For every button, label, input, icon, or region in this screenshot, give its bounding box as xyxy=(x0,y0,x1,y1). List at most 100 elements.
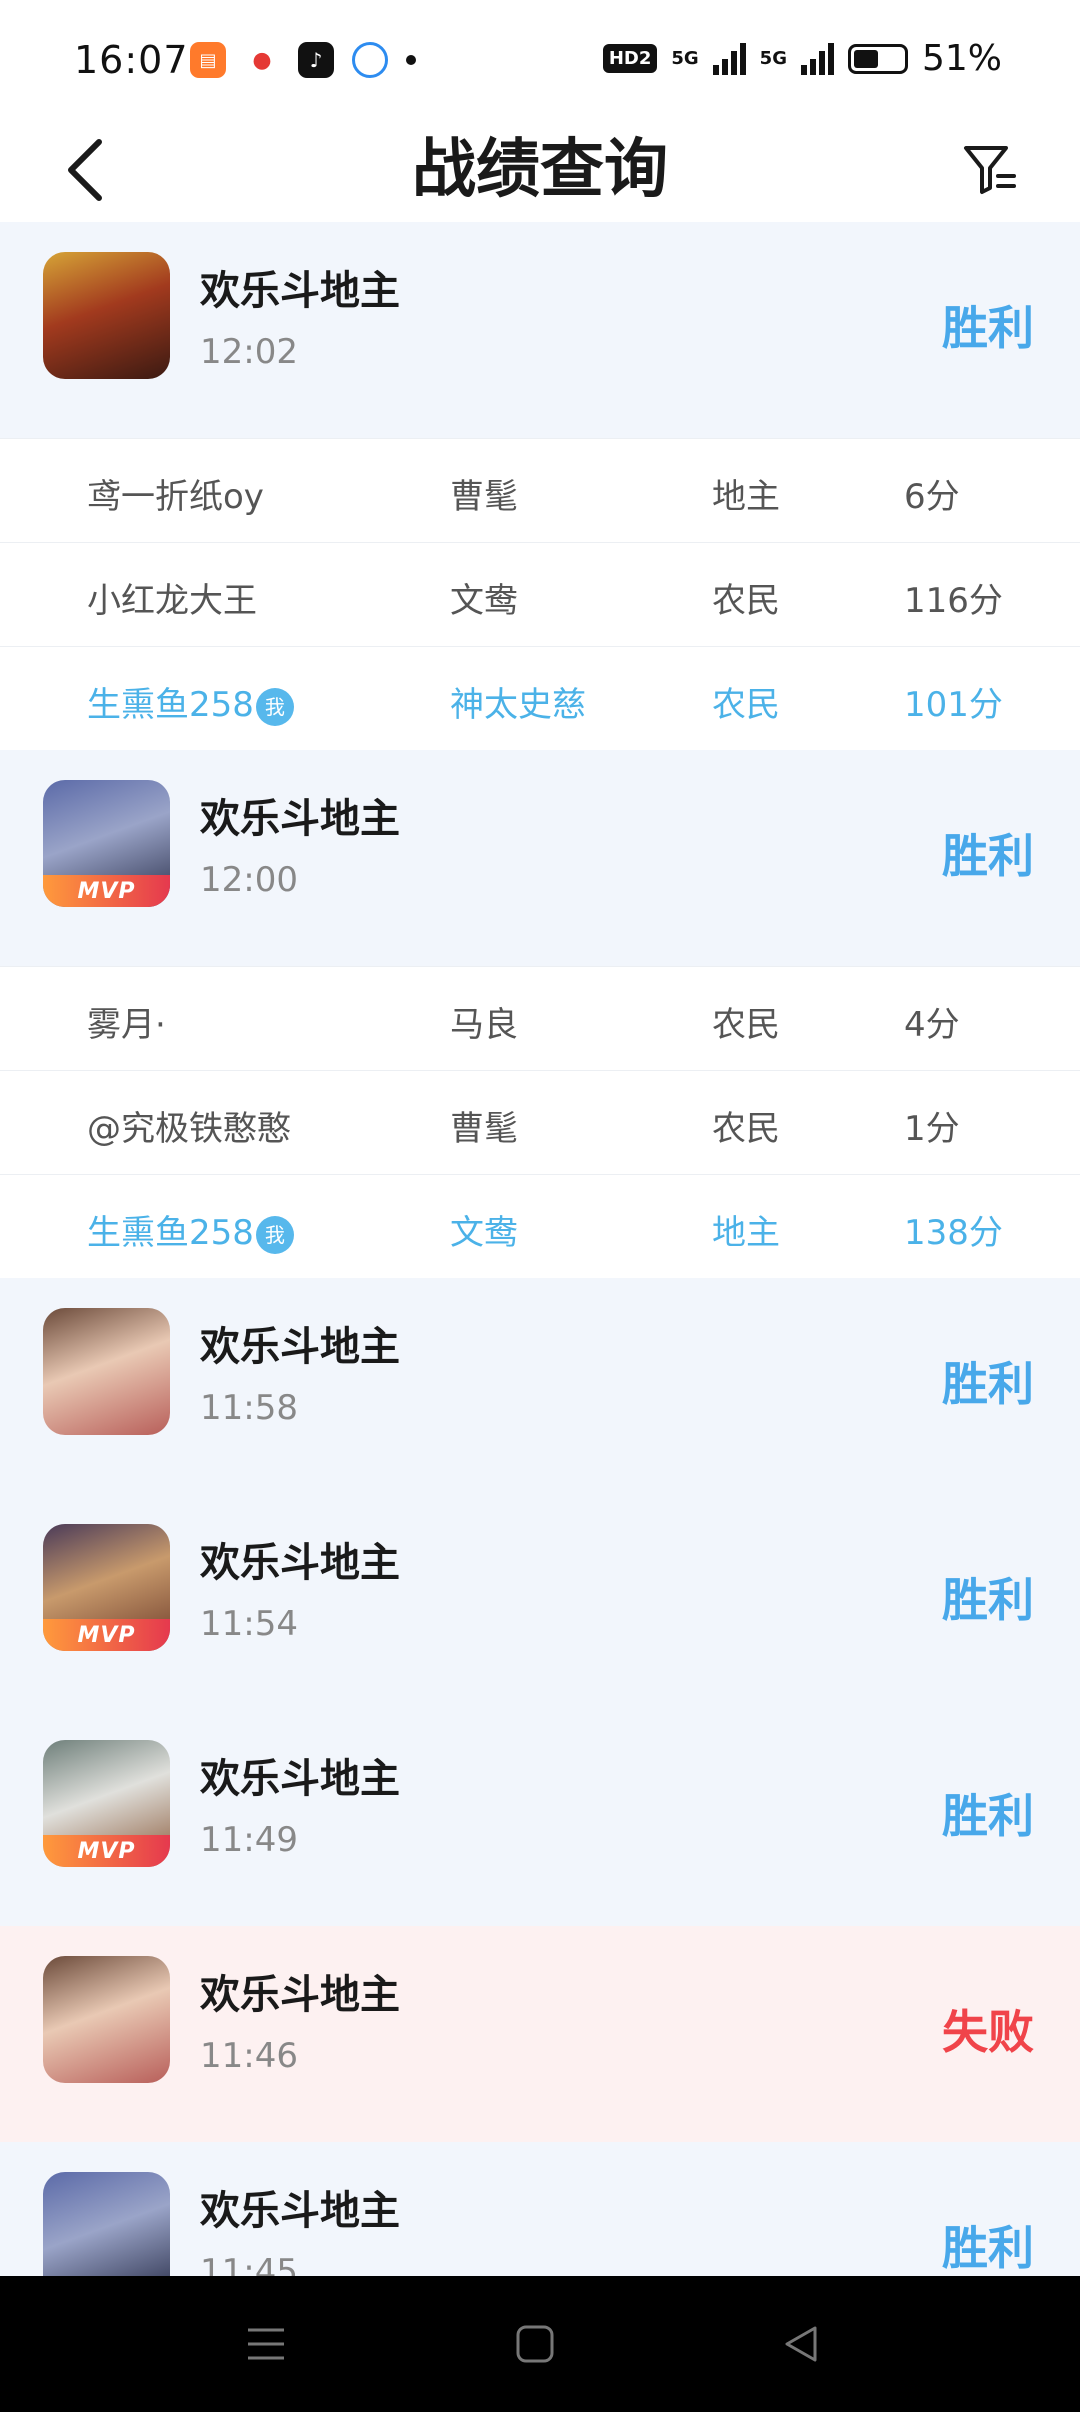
match-time: 11:54 xyxy=(200,1604,298,1644)
player-score: 101分 xyxy=(904,685,1003,725)
player-role: 地主 xyxy=(712,477,780,517)
player-name-text: @究极铁憨憨 xyxy=(87,1109,291,1149)
player-row[interactable]: @究极铁憨憨 曹髦 农民 1分 xyxy=(0,1070,1080,1174)
match-time: 11:46 xyxy=(200,2036,298,2076)
filter-button[interactable] xyxy=(950,130,1030,210)
player-role: 地主 xyxy=(712,1213,780,1253)
more-notifications-dot xyxy=(406,55,416,65)
hero-avatar xyxy=(43,1308,170,1435)
hero-name: 曹髦 xyxy=(450,1109,518,1149)
match-card[interactable]: MVP 欢乐斗地主 11:49 胜利 xyxy=(0,1710,1080,1926)
me-badge: 我 xyxy=(255,1215,294,1254)
match-result: 胜利 xyxy=(942,1357,1034,1411)
battery-percent: 51% xyxy=(921,38,1002,79)
player-name-text: 生熏鱼258 xyxy=(87,1213,254,1253)
me-badge: 我 xyxy=(255,687,294,726)
player-name-text: 鸢一折纸oy xyxy=(87,477,264,517)
match-result: 胜利 xyxy=(942,2221,1034,2275)
mvp-badge: MVP xyxy=(43,875,170,907)
player-role: 农民 xyxy=(712,1005,780,1045)
hero-name: 神太史慈 xyxy=(450,685,586,725)
hd-voice-icon: HD2 xyxy=(602,44,658,73)
filter-icon xyxy=(964,146,1016,194)
battery-icon xyxy=(847,43,908,74)
match-card[interactable]: 欢乐斗地主 11:58 胜利 xyxy=(0,1278,1080,1494)
game-mode-name: 欢乐斗地主 xyxy=(200,268,400,314)
match-card[interactable]: MVP 欢乐斗地主 12:00 胜利 xyxy=(0,750,1080,966)
page-header: 战绩查询 xyxy=(0,120,1080,222)
player-name: 雾月· xyxy=(87,997,166,1046)
player-row[interactable]: 小红龙大王 文鸯 农民 116分 xyxy=(0,542,1080,646)
hero-name: 马良 xyxy=(450,1005,518,1045)
match-result: 失败 xyxy=(942,2005,1034,2059)
system-nav-bar xyxy=(0,2276,1080,2412)
signal-icon-2 xyxy=(800,42,834,75)
player-name: @究极铁憨憨 xyxy=(87,1101,291,1150)
book-app-icon: ▤ xyxy=(190,42,226,78)
match-time: 11:49 xyxy=(200,1820,298,1860)
game-mode-name: 欢乐斗地主 xyxy=(200,2188,400,2234)
game-mode-name: 欢乐斗地主 xyxy=(200,796,400,842)
network-type-b: 5G xyxy=(759,48,787,69)
network-type-a: 5G xyxy=(671,48,699,69)
player-row[interactable]: 鸢一折纸oy 曹髦 地主 6分 xyxy=(0,438,1080,542)
hero-avatar xyxy=(43,252,170,379)
game-mode-name: 欢乐斗地主 xyxy=(200,1756,400,1802)
match-time: 12:02 xyxy=(200,332,298,372)
player-row[interactable]: 生熏鱼258 我 文鸯 地主 138分 xyxy=(0,1174,1080,1278)
player-name: 小红龙大王 xyxy=(87,573,257,622)
player-row[interactable]: 雾月· 马良 农民 4分 xyxy=(0,966,1080,1070)
player-role: 农民 xyxy=(712,1109,780,1149)
hero-name: 曹髦 xyxy=(450,477,518,517)
player-name: 鸢一折纸oy xyxy=(87,469,264,518)
game-mode-name: 欢乐斗地主 xyxy=(200,1972,400,2018)
match-time: 12:00 xyxy=(200,860,298,900)
player-role: 农民 xyxy=(712,685,780,725)
player-score: 1分 xyxy=(904,1109,960,1149)
match-result: 胜利 xyxy=(942,301,1034,355)
player-name: 生熏鱼258 我 xyxy=(87,677,294,726)
home-square-icon xyxy=(516,2325,554,2363)
mvp-badge: MVP xyxy=(43,1835,170,1867)
home-button[interactable] xyxy=(500,2314,570,2374)
hero-avatar: MVP xyxy=(43,1524,170,1651)
page-title: 战绩查询 xyxy=(412,133,668,207)
map-pin-app-icon: ● xyxy=(244,42,280,78)
hero-avatar: MVP xyxy=(43,780,170,907)
match-time: 11:58 xyxy=(200,1388,298,1428)
tiktok-app-icon: ♪ xyxy=(298,42,334,78)
match-result: 胜利 xyxy=(942,829,1034,883)
game-mode-name: 欢乐斗地主 xyxy=(200,1324,400,1370)
browser-app-icon xyxy=(352,42,388,78)
notification-icons: ▤ ● ♪ xyxy=(190,42,416,78)
signal-icon xyxy=(712,42,746,75)
match-result: 胜利 xyxy=(942,1789,1034,1843)
player-name-text: 雾月· xyxy=(87,1005,166,1045)
player-score: 116分 xyxy=(904,581,1003,621)
match-card[interactable]: 欢乐斗地主 11:46 失败 xyxy=(0,1926,1080,2142)
hero-name: 文鸯 xyxy=(450,1213,518,1253)
player-name-text: 小红龙大王 xyxy=(87,581,257,621)
player-name-text: 生熏鱼258 xyxy=(87,685,254,725)
player-row[interactable]: 生熏鱼258 我 神太史慈 农民 101分 xyxy=(0,646,1080,750)
player-score: 138分 xyxy=(904,1213,1003,1253)
status-indicators: HD2 5G 5G 51% xyxy=(602,38,1002,79)
hero-avatar: MVP xyxy=(43,1740,170,1867)
menu-icon xyxy=(248,2328,284,2360)
match-card[interactable]: MVP 欢乐斗地主 11:54 胜利 xyxy=(0,1494,1080,1710)
back-nav-button[interactable] xyxy=(766,2314,836,2374)
status-time: 16:07 xyxy=(74,38,189,82)
match-result: 胜利 xyxy=(942,1573,1034,1627)
mvp-badge: MVP xyxy=(43,1619,170,1651)
status-bar: 16:07 ▤ ● ♪ HD2 5G 5G 51% xyxy=(0,0,1080,120)
triangle-back-icon xyxy=(785,2326,817,2362)
player-score: 6分 xyxy=(904,477,960,517)
recent-apps-button[interactable] xyxy=(231,2314,301,2374)
match-list[interactable]: 欢乐斗地主 12:02 胜利 鸢一折纸oy 曹髦 地主 6分 小红龙大王 文鸯 农民 116分 生熏鱼… xyxy=(0,222,1080,2358)
game-mode-name: 欢乐斗地主 xyxy=(200,1540,400,1586)
player-role: 农民 xyxy=(712,581,780,621)
hero-name: 文鸯 xyxy=(450,581,518,621)
hero-avatar xyxy=(43,1956,170,2083)
match-card[interactable]: 欢乐斗地主 12:02 胜利 xyxy=(0,222,1080,438)
player-name: 生熏鱼258 我 xyxy=(87,1205,294,1254)
